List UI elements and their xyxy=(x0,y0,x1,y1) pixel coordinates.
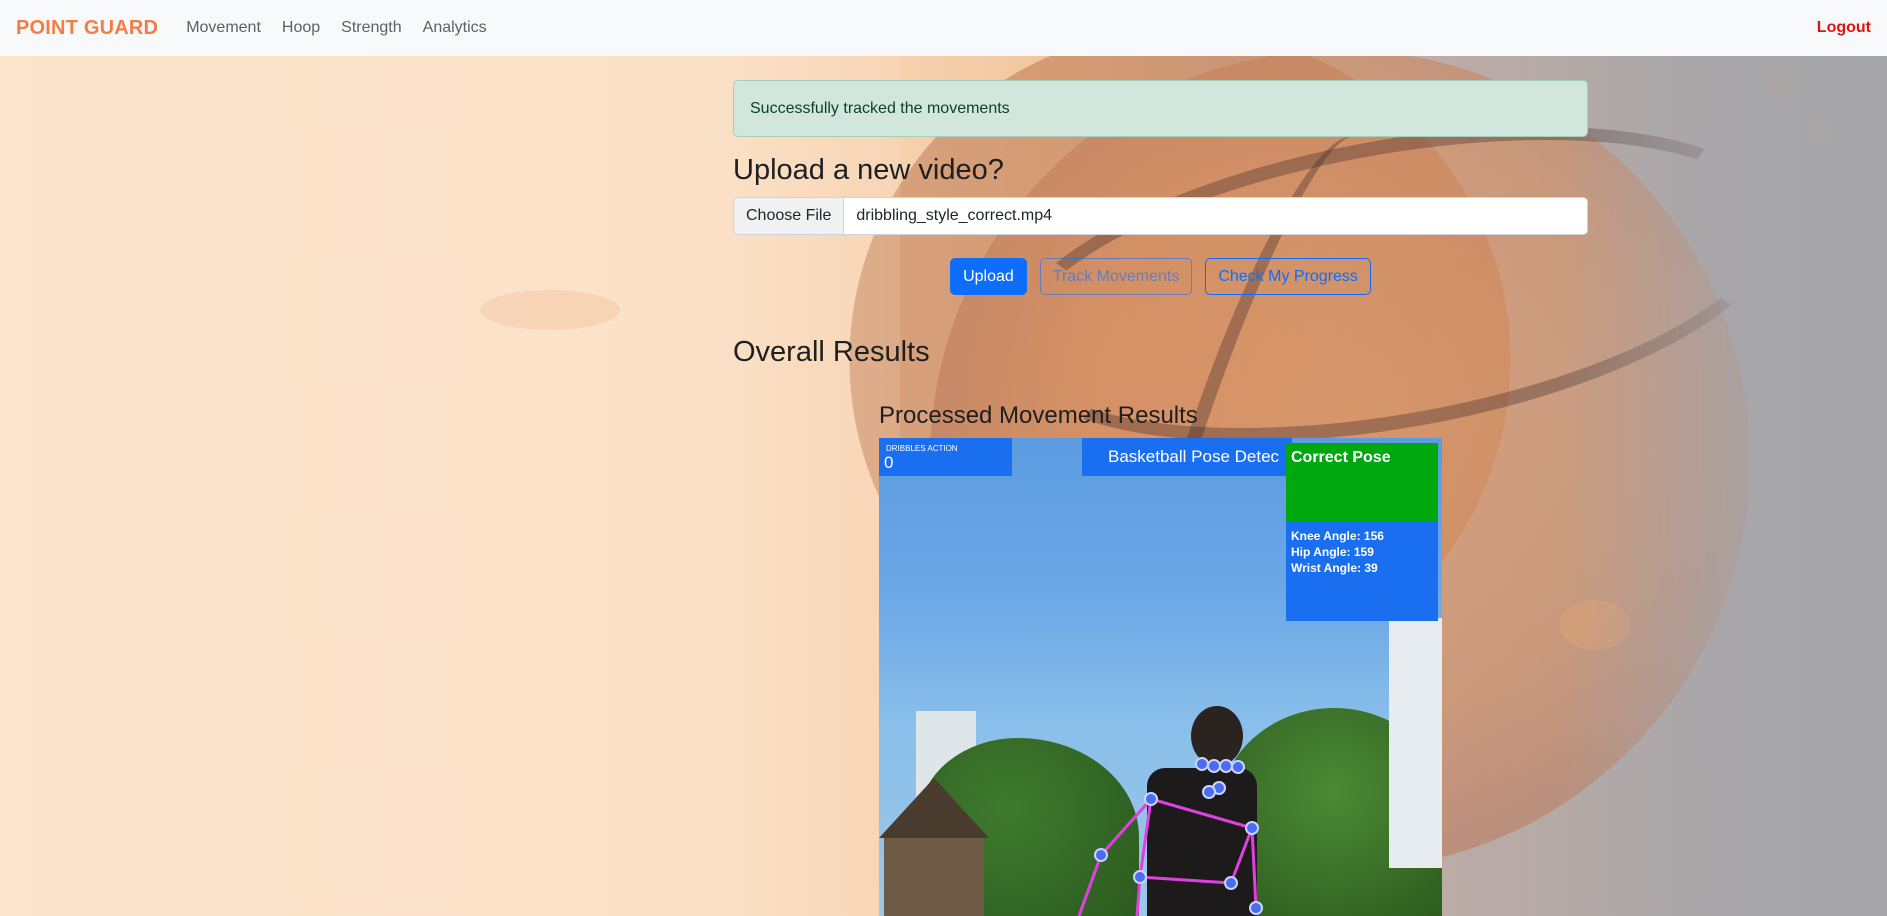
selected-file-name: dribbling_style_correct.mp4 xyxy=(856,207,1053,224)
upload-button[interactable]: Upload xyxy=(950,258,1027,295)
overall-results-heading: Overall Results xyxy=(733,336,930,368)
pose-status-box: Correct Pose xyxy=(1286,443,1438,522)
angle-readout: Knee Angle: 156 Hip Angle: 159 Wrist Ang… xyxy=(1286,522,1438,621)
success-alert: Successfully tracked the movements xyxy=(733,80,1588,137)
knee-angle: Knee Angle: 156 xyxy=(1291,529,1384,543)
processed-results-heading: Processed Movement Results xyxy=(879,402,1198,429)
background-shade xyxy=(1557,0,1887,916)
nav-link-strength[interactable]: Strength xyxy=(341,19,401,37)
top-navbar: POINT GUARD Movement Hoop Strength Analy… xyxy=(0,0,1887,56)
background-fade xyxy=(0,0,900,916)
dribble-counter: DRIBBLES ACTION 0 xyxy=(879,438,1012,476)
logout-link[interactable]: Logout xyxy=(1817,19,1871,37)
wrist-angle: Wrist Angle: 39 xyxy=(1291,561,1378,575)
main-content: Successfully tracked the movements Uploa… xyxy=(733,80,1588,916)
nav-link-hoop[interactable]: Hoop xyxy=(282,19,320,37)
check-progress-button[interactable]: Check My Progress xyxy=(1205,258,1371,295)
nav-link-movement[interactable]: Movement xyxy=(186,19,261,37)
video-banner: Basketball Pose Detec xyxy=(1082,438,1292,476)
upload-heading: Upload a new video? xyxy=(733,154,1004,186)
processed-video-frame[interactable]: DRIBBLES ACTION 0 Basketball Pose Detec … xyxy=(879,438,1442,916)
hip-angle: Hip Angle: 159 xyxy=(1291,545,1374,559)
dribble-counter-value: 0 xyxy=(884,453,894,472)
choose-file-button[interactable]: Choose File xyxy=(734,198,845,234)
nav-link-analytics[interactable]: Analytics xyxy=(423,19,487,37)
file-input[interactable]: Choose File dribbling_style_correct.mp4 xyxy=(733,197,1588,235)
brand-logo[interactable]: POINT GUARD xyxy=(16,17,158,40)
action-buttons: Upload Track Movements Check My Progress xyxy=(733,258,1588,295)
dribble-counter-label: DRIBBLES ACTION xyxy=(886,444,958,453)
track-movements-button[interactable]: Track Movements xyxy=(1039,258,1193,295)
